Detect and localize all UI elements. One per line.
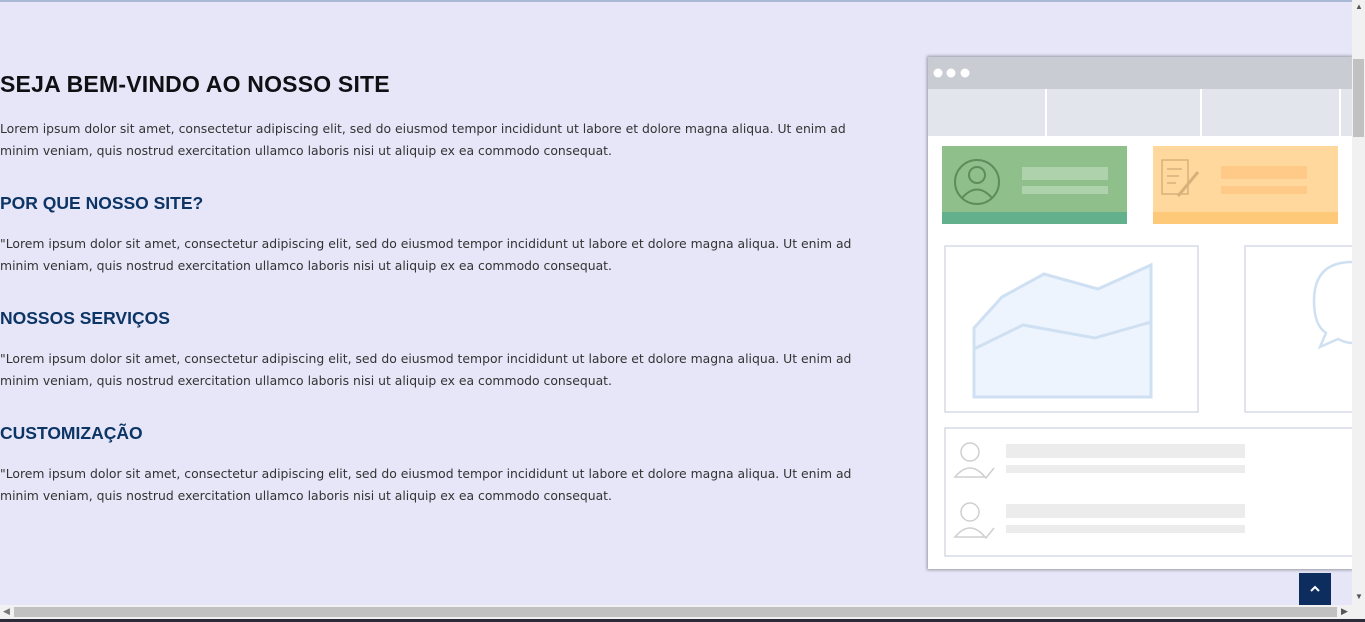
vertical-scrollbar[interactable]: ▲ ▼ [1352, 0, 1365, 605]
horizontal-scroll-thumb[interactable] [14, 607, 1337, 617]
scroll-down-icon[interactable]: ▼ [1355, 592, 1363, 601]
vertical-scroll-thumb[interactable] [1353, 59, 1364, 137]
user-list-panel [944, 427, 1352, 557]
page-title: SEJA BEM-VINDO AO NOSSO SITE [0, 71, 390, 97]
section-text-customization: "Lorem ipsum dolor sit amet, consectetur… [0, 466, 852, 503]
browser-mockup-illustration [928, 57, 1352, 569]
section-text-services: "Lorem ipsum dolor sit amet, consectetur… [0, 351, 852, 388]
chevron-up-icon [1310, 585, 1320, 592]
horizontal-scrollbar[interactable]: ◀ ▶ [0, 605, 1352, 619]
scrollbar-corner [1352, 605, 1365, 619]
user-icon-card [942, 146, 1127, 224]
section-text-why: "Lorem ipsum dolor sit amet, consectetur… [0, 236, 852, 273]
area-chart-panel [944, 245, 1199, 413]
back-to-top-button[interactable] [1299, 573, 1331, 605]
document-edit-icon-card [1153, 146, 1338, 224]
section-heading-customization: CUSTOMIZAÇÃO [0, 423, 143, 443]
scroll-up-icon[interactable]: ▲ [1355, 2, 1363, 11]
intro-text: Lorem ipsum dolor sit amet, consectetur … [0, 121, 846, 158]
chat-bubble-panel [1244, 245, 1352, 413]
top-border [0, 0, 1352, 2]
section-heading-services: NOSSOS SERVIÇOS [0, 308, 170, 328]
scroll-left-icon[interactable]: ◀ [3, 606, 10, 617]
scroll-right-icon[interactable]: ▶ [1341, 606, 1348, 617]
section-heading-why: POR QUE NOSSO SITE? [0, 193, 204, 213]
